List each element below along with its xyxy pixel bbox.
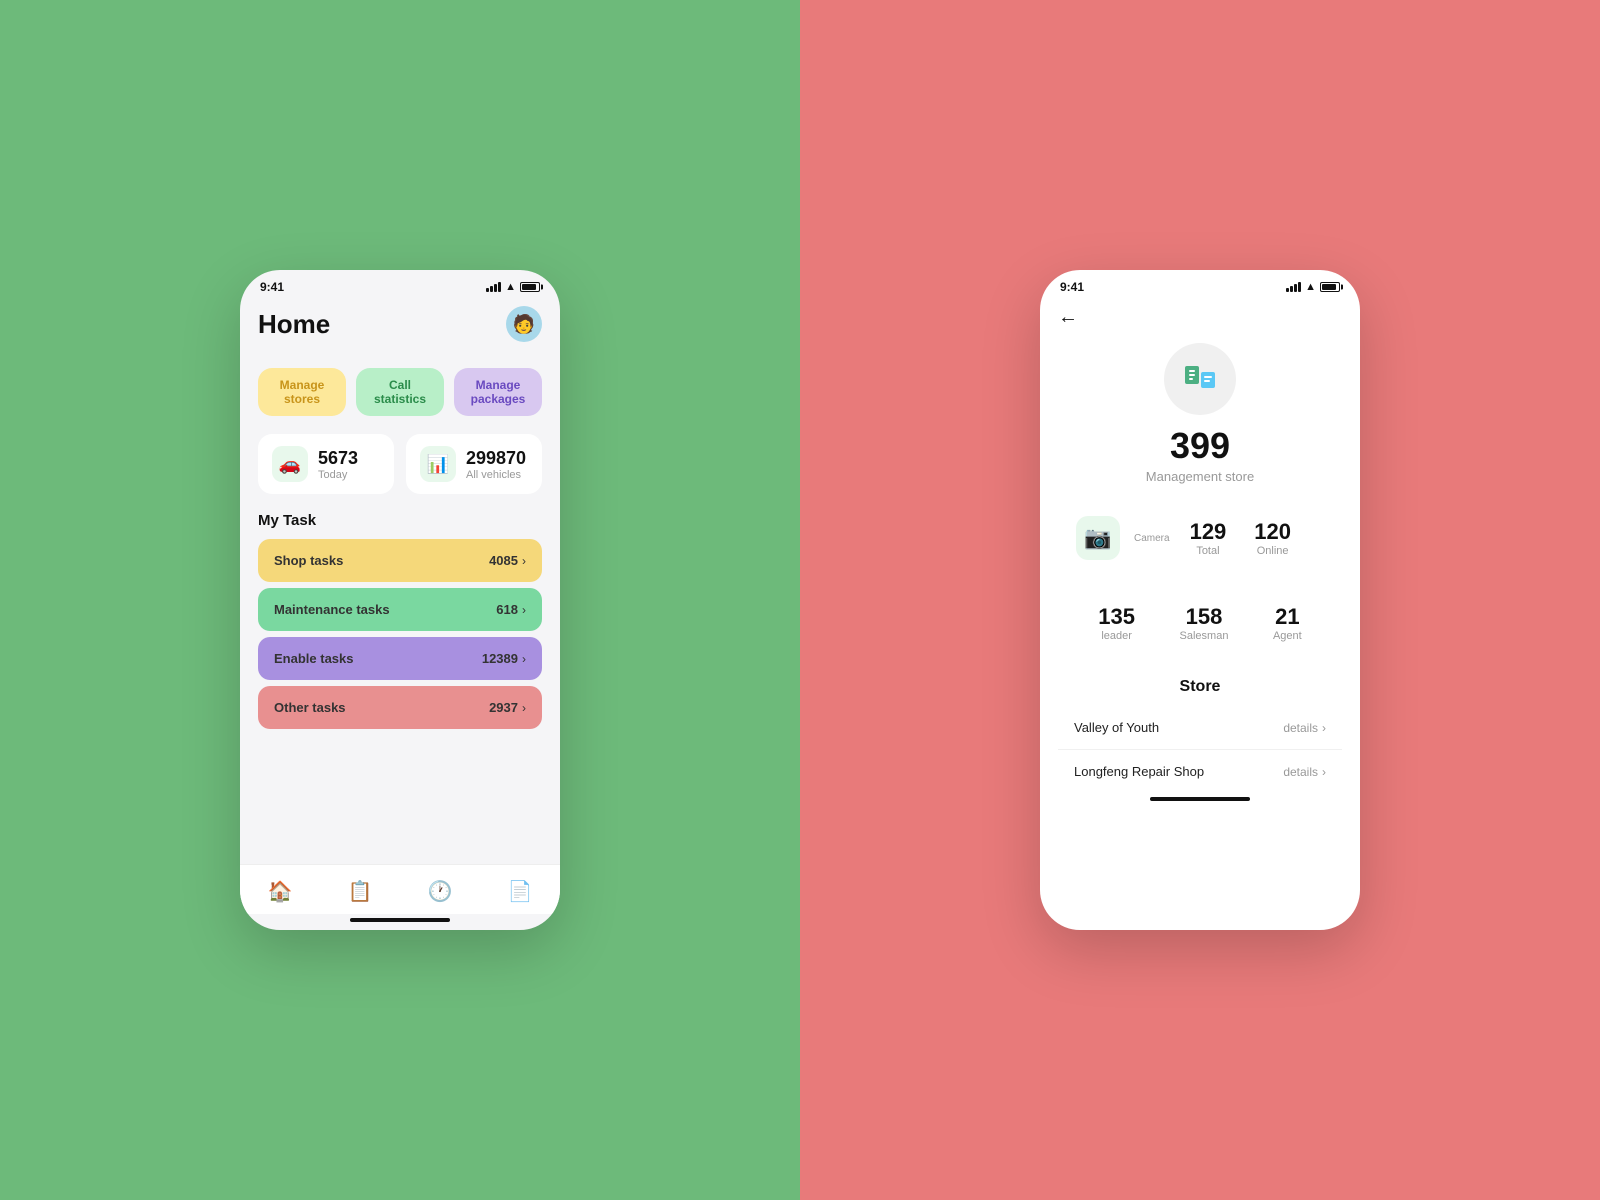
page-title: Home — [258, 309, 330, 340]
chevron-right-icon: › — [522, 603, 526, 617]
store-list: Valley of Youth details › Longfeng Repai… — [1058, 706, 1342, 793]
nav-docs[interactable]: 📄 — [498, 875, 543, 908]
store-item-valley[interactable]: Valley of Youth details › — [1058, 706, 1342, 750]
camera-row: 📷 Camera 129 Total 120 Online — [1076, 516, 1324, 560]
home-header: Home 🧑 — [240, 298, 560, 342]
car-icon: 🚗 — [272, 446, 308, 482]
status-bar-right: 9:41 ▲ — [1040, 270, 1360, 298]
total-stat: 129 Total — [1190, 519, 1227, 557]
tasks-icon: 📋 — [348, 879, 373, 904]
avatar[interactable]: 🧑 — [506, 306, 542, 342]
wifi-icon-right: ▲ — [1305, 281, 1316, 293]
chevron-right-icon: › — [1322, 721, 1326, 735]
right-background: 9:41 ▲ ← — [800, 0, 1600, 1200]
home-icon: 🏠 — [268, 879, 293, 904]
home-indicator — [350, 918, 450, 922]
online-stat: 120 Online — [1254, 519, 1291, 557]
left-background: 9:41 ▲ Home 🧑 — [0, 0, 800, 1200]
camera-stats: 129 Total 120 Online — [1190, 519, 1291, 557]
quick-actions: Manage stores Call statistics Manage pac… — [258, 368, 542, 416]
status-bar-left: 9:41 ▲ — [240, 270, 560, 298]
leader-stat: 135 leader — [1098, 604, 1135, 642]
nav-tasks[interactable]: 📋 — [338, 875, 383, 908]
salesman-stat: 158 Salesman — [1180, 604, 1229, 642]
nav-clock[interactable]: 🕐 — [418, 875, 463, 908]
vehicles-label: All vehicles — [466, 469, 526, 481]
camera-info-card: 📷 Camera 129 Total 120 Online — [1058, 500, 1342, 576]
task-list: Shop tasks 4085 › Maintenance tasks 618 … — [258, 539, 542, 729]
today-value: 5673 — [318, 448, 358, 469]
camera-label: Camera — [1134, 533, 1170, 544]
vehicles-value: 299870 — [466, 448, 526, 469]
status-icons-left: ▲ — [486, 281, 540, 293]
shop-tasks-item[interactable]: Shop tasks 4085 › — [258, 539, 542, 582]
nav-home[interactable]: 🏠 — [258, 875, 303, 908]
stat-today: 🚗 5673 Today — [258, 434, 394, 494]
other-tasks-item[interactable]: Other tasks 2937 › — [258, 686, 542, 729]
my-task-title: My Task — [258, 512, 542, 529]
left-phone: 9:41 ▲ Home 🧑 — [240, 270, 560, 930]
store-icon — [1164, 343, 1236, 415]
document-icon: 📄 — [508, 879, 533, 904]
signal-icon — [486, 282, 501, 292]
chevron-right-icon: › — [522, 554, 526, 568]
right-phone: 9:41 ▲ ← — [1040, 270, 1360, 930]
battery-icon-right — [1320, 282, 1340, 292]
status-icons-right: ▲ — [1286, 281, 1340, 293]
manage-packages-button[interactable]: Manage packages — [454, 368, 542, 416]
clock-icon: 🕐 — [428, 879, 453, 904]
chevron-right-icon: › — [522, 652, 526, 666]
store-label: Management store — [1146, 469, 1254, 484]
home-screen-content: Manage stores Call statistics Manage pac… — [240, 360, 560, 864]
back-button[interactable]: ← — [1058, 306, 1078, 329]
battery-icon — [520, 282, 540, 292]
store-count: 399 — [1170, 425, 1230, 467]
chart-icon: 📊 — [420, 446, 456, 482]
agent-stat: 21 Agent — [1273, 604, 1302, 642]
store-section-title: Store — [1058, 678, 1342, 696]
chevron-right-icon: › — [522, 701, 526, 715]
stat-vehicles: 📊 299870 All vehicles — [406, 434, 542, 494]
store-hero: 399 Management store — [1040, 333, 1360, 500]
stats-row: 🚗 5673 Today 📊 299870 All vehicles — [258, 434, 542, 494]
time-left: 9:41 — [260, 280, 284, 294]
signal-icon-right — [1286, 282, 1301, 292]
today-label: Today — [318, 469, 358, 481]
time-right: 9:41 — [1060, 280, 1084, 294]
home-indicator-right — [1150, 797, 1250, 801]
maintenance-tasks-item[interactable]: Maintenance tasks 618 › — [258, 588, 542, 631]
store-item-longfeng[interactable]: Longfeng Repair Shop details › — [1058, 750, 1342, 793]
back-header: ← — [1040, 298, 1360, 333]
people-info-card: 135 leader 158 Salesman 21 Agent — [1058, 588, 1342, 658]
call-statistics-button[interactable]: Call statistics — [356, 368, 444, 416]
bottom-nav: 🏠 📋 🕐 📄 — [240, 864, 560, 914]
people-stats: 135 leader 158 Salesman 21 Agent — [1076, 604, 1324, 642]
camera-icon: 📷 — [1076, 516, 1120, 560]
chevron-right-icon: › — [1322, 765, 1326, 779]
wifi-icon: ▲ — [505, 281, 516, 293]
enable-tasks-item[interactable]: Enable tasks 12389 › — [258, 637, 542, 680]
manage-stores-button[interactable]: Manage stores — [258, 368, 346, 416]
